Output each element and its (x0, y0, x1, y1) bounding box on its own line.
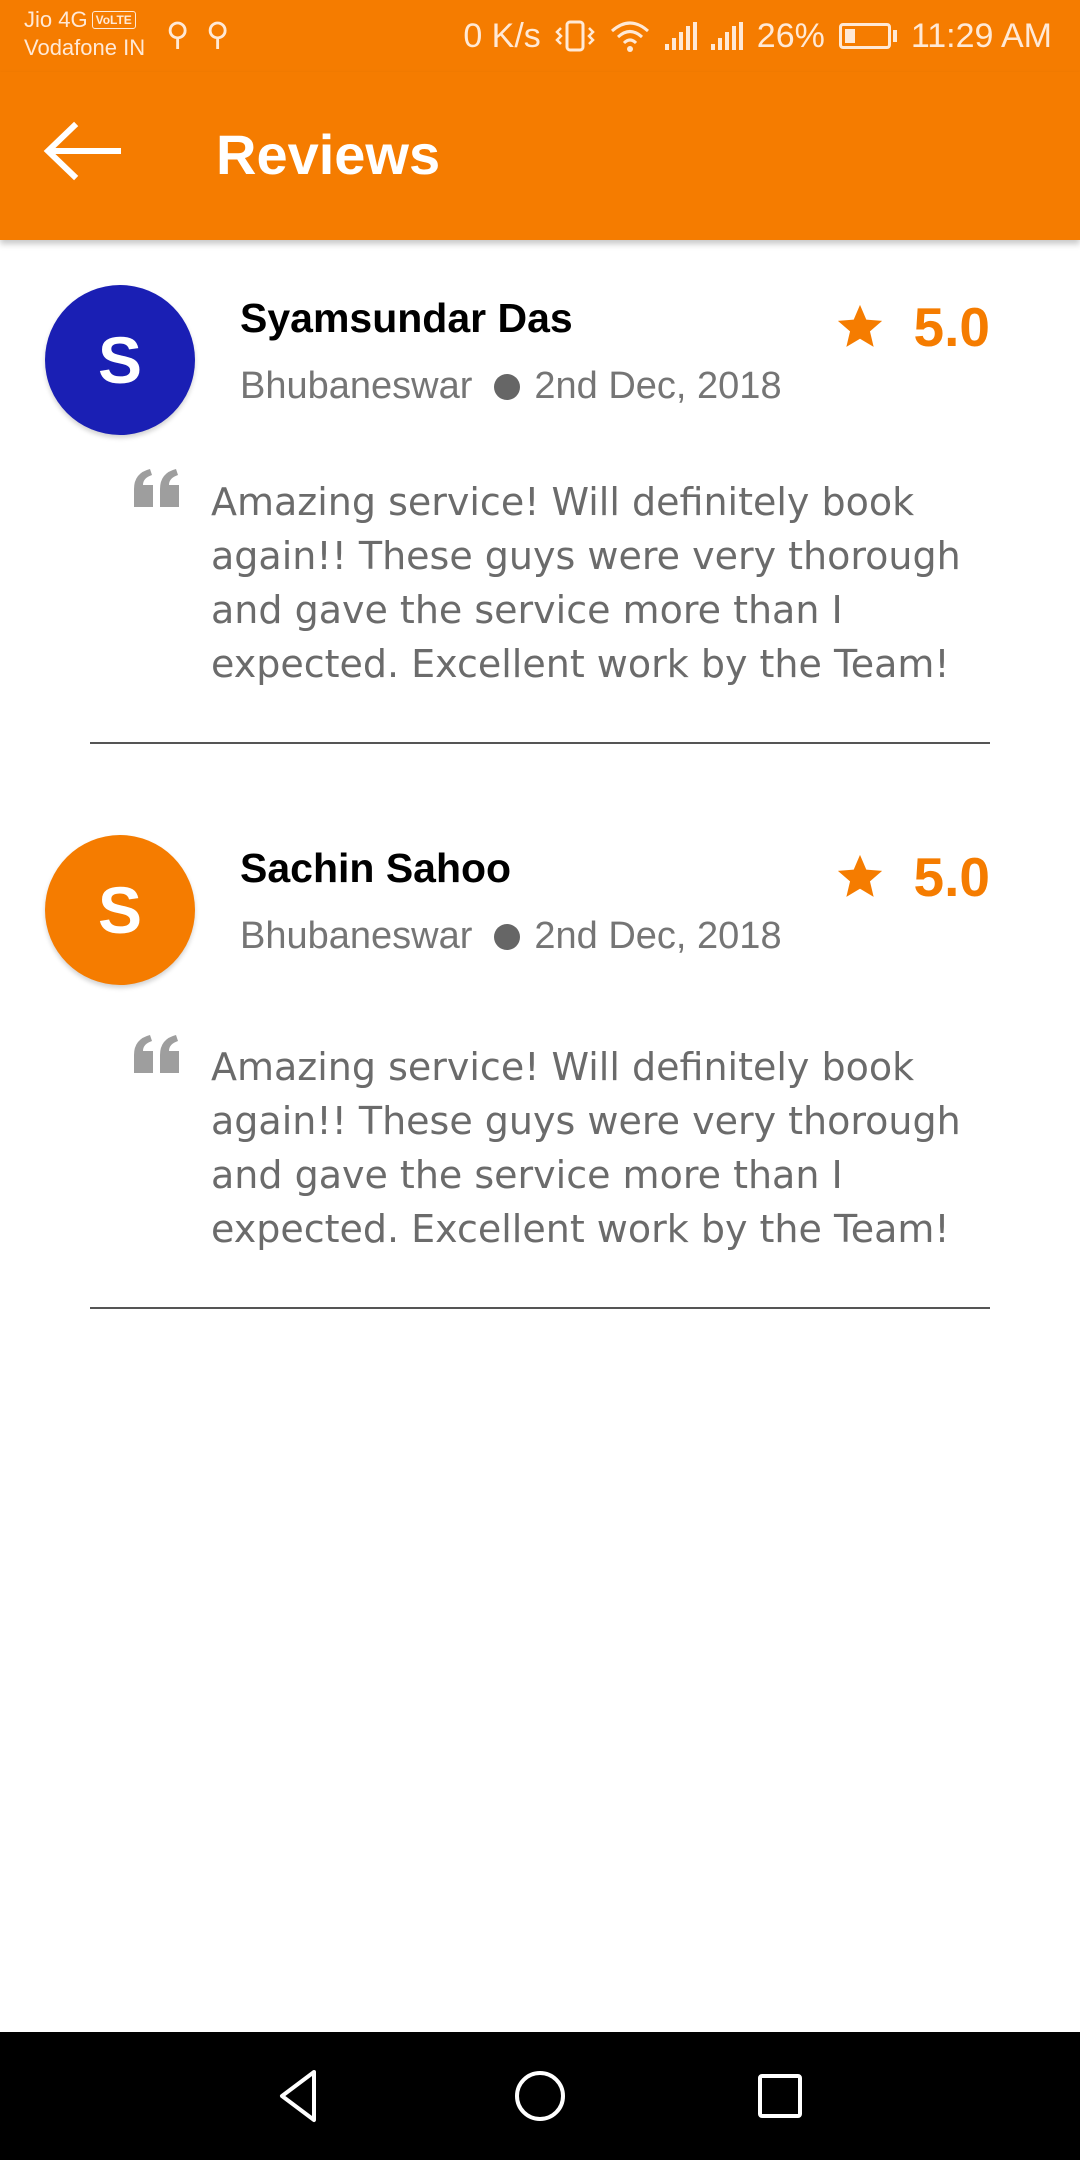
signal-icon (710, 22, 743, 50)
page-title: Reviews (216, 123, 441, 186)
review-meta: Bhubaneswar 2nd Dec, 2018 (240, 915, 782, 958)
reviewer-location: Bhubaneswar (240, 365, 473, 407)
avatar: S (45, 285, 195, 435)
battery-percent: 26% (756, 16, 825, 55)
star-icon (837, 854, 882, 897)
reviewer-name: Syamsundar Das (240, 295, 573, 341)
back-triangle-icon[interactable] (264, 2060, 336, 2132)
clock: 11:29 AM (910, 16, 1052, 55)
carrier-info: Jio 4G VoLTE Vodafone IN (24, 6, 145, 62)
usb-icon: ⚲ (206, 16, 230, 52)
quote-icon (134, 469, 179, 507)
net-speed: 0 K/s (463, 16, 541, 55)
rating-value: 5.0 (913, 846, 990, 908)
review-comment: Amazing service! Will definitely book ag… (211, 1045, 961, 1251)
wifi-icon (610, 21, 649, 52)
avatar: S (45, 835, 195, 985)
rating: 5.0 (834, 845, 990, 909)
dot-separator-icon (494, 923, 521, 950)
star-icon (837, 304, 882, 347)
reviewer-name: Sachin Sahoo (240, 845, 512, 891)
dot-separator-icon (494, 373, 521, 400)
carrier-1: Jio 4G (24, 7, 88, 32)
vibrate-icon (555, 20, 595, 52)
usb-icon: ⚲ (166, 16, 190, 52)
status-bar: Jio 4G VoLTE Vodafone IN ⚲ ⚲ 0 K/s 26% 11… (0, 0, 1080, 72)
carrier-2: Vodafone IN (24, 35, 146, 60)
arrow-left-icon[interactable] (40, 116, 130, 186)
rating: 5.0 (834, 295, 990, 359)
app-bar: Reviews (0, 72, 1080, 240)
volte-badge: VoLTE (91, 11, 136, 29)
divider (90, 1307, 990, 1309)
review-comment: Amazing service! Will definitely book ag… (211, 480, 961, 686)
reviewer-location: Bhubaneswar (240, 915, 473, 957)
battery-icon (838, 23, 897, 49)
divider (90, 742, 990, 744)
recents-square-icon[interactable] (744, 2060, 816, 2132)
review-date: 2nd Dec, 2018 (534, 365, 782, 407)
home-circle-icon[interactable] (504, 2060, 576, 2132)
rating-value: 5.0 (913, 296, 990, 358)
status-icons: 0 K/s 26% 11:29 AM (463, 14, 1052, 58)
signal-icon (664, 22, 697, 50)
quote-icon (134, 1035, 179, 1073)
review-meta: Bhubaneswar 2nd Dec, 2018 (240, 365, 782, 408)
review-date: 2nd Dec, 2018 (534, 915, 782, 957)
navigation-bar (0, 2032, 1080, 2160)
